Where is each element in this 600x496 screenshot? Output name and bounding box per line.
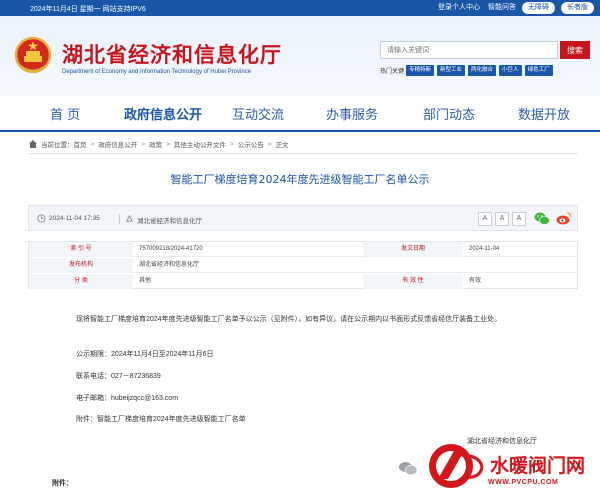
- clock-icon: [37, 214, 46, 223]
- attachments-label: 附件：: [52, 480, 73, 487]
- search-input[interactable]: [380, 41, 558, 59]
- pvc-logo-icon: [429, 444, 484, 488]
- hot-keyword[interactable]: 新型工业: [437, 64, 466, 76]
- barrier-free-button[interactable]: 无障碍: [522, 2, 555, 14]
- robot-link[interactable]: 智能问答: [488, 2, 516, 14]
- nav-open-data[interactable]: 数据开放: [518, 104, 570, 123]
- hot-keywords-label: 热门关键: [380, 68, 405, 75]
- divider: [119, 214, 120, 224]
- publish-time: 2024-11-04 17:35: [49, 215, 100, 222]
- font-size-medium-button[interactable]: A: [495, 212, 509, 226]
- elder-mode-button[interactable]: 长者版: [561, 2, 594, 14]
- body-email: 电子邮箱：hubeijzqcc@163.com: [76, 395, 179, 402]
- nav-services[interactable]: 办事服务: [326, 104, 378, 123]
- wechat-share-icon[interactable]: [534, 211, 550, 226]
- body-phone: 联系电话：027－87236839: [76, 373, 161, 380]
- home-icon: [29, 140, 37, 148]
- breadcrumb-item-current: 正文: [275, 142, 289, 149]
- nav-gov-info[interactable]: 政府信息公开: [124, 104, 202, 123]
- top-links: 登录个人中心 智能问答 无障碍 长者版: [430, 2, 594, 14]
- site-header: 湖北省经济和信息化厅 Department of Economy and Inf…: [0, 16, 600, 96]
- meta-key: 索 引 号: [29, 242, 133, 257]
- body-period: 公示期限：2024年11月4日至2024年11月6日: [76, 351, 214, 358]
- breadcrumb-separator: >: [166, 140, 170, 148]
- meta-key: 分 类: [29, 274, 133, 289]
- main-nav: 首 页 政府信息公开 互动交流 办事服务 部门动态 数据开放: [0, 96, 600, 132]
- breadcrumb-item[interactable]: 政府信息公开: [98, 139, 137, 149]
- body-paragraph: 现将智能工厂梯度培育2024年度先进级智能工厂名单予以公示（见附件），如有异议，…: [76, 316, 502, 323]
- date-text: 2024年11月4日 星期一 网站支持IPV6: [30, 6, 146, 13]
- national-emblem-icon: [14, 36, 52, 74]
- nav-interaction[interactable]: 互动交流: [232, 104, 284, 123]
- watermark-url: WWW.PVCPU.COM: [488, 479, 559, 486]
- hot-keyword[interactable]: 绿色工厂: [524, 64, 553, 76]
- search-box: 搜索: [380, 41, 590, 59]
- font-size-large-button[interactable]: A: [478, 212, 492, 226]
- article-info-bar: 2024-11-04 17:35 湖北省经济和信息化厅 A A A: [28, 205, 578, 231]
- document-meta-table: 索 引 号 757009218/2024-41720 发文日期 2024-11-…: [28, 241, 578, 289]
- breadcrumb-separator: >: [267, 140, 272, 148]
- nav-home[interactable]: 首 页: [50, 104, 80, 123]
- breadcrumb-item[interactable]: 政策: [149, 139, 162, 149]
- hot-keyword[interactable]: 专精特新: [406, 64, 435, 76]
- login-link[interactable]: 登录个人中心: [438, 2, 480, 14]
- table-row: 分 类 其他 有 效 性 有效: [29, 274, 577, 289]
- site-subtitle: Department of Economy and Information Te…: [62, 69, 251, 75]
- meta-value: 有效: [469, 278, 482, 284]
- search-button[interactable]: 搜索: [560, 41, 590, 59]
- source-icon: [126, 214, 133, 222]
- meta-value: 其他: [139, 278, 152, 284]
- publish-source: 湖北省经济和信息化厅: [137, 218, 202, 225]
- article-title: 智能工厂梯度培育2024年度先进级智能工厂名单公示: [170, 173, 430, 186]
- breadcrumb-item[interactable]: 首页: [74, 139, 87, 149]
- breadcrumb: 当前位置： 首页 > 政府信息公开 > 政策 > 其他主动公开文件 > 公示公告…: [28, 137, 578, 151]
- wechat-watermark-icon: [399, 462, 418, 476]
- site-title: 湖北省经济和信息化厅: [62, 43, 282, 67]
- hot-keywords: 热门关键 专精特新 新型工业 两化融合 小巨人 绿色工厂: [380, 64, 592, 76]
- table-row: 发布机构 湖北省经济和信息化厅: [29, 258, 577, 273]
- nav-department-news[interactable]: 部门动态: [423, 104, 475, 123]
- breadcrumb-separator: >: [141, 140, 146, 148]
- hot-keyword[interactable]: 两化融合: [468, 64, 497, 76]
- top-bar: 2024年11月4日 星期一 网站支持IPV6 登录个人中心 智能问答 无障碍 …: [0, 0, 600, 16]
- attachment-link[interactable]: 附件：智能工厂梯度培育2024年度先进级智能工厂名单: [76, 413, 246, 426]
- table-row: 索 引 号 757009218/2024-41720 发文日期 2024-11-…: [29, 242, 577, 257]
- meta-key: 发布机构: [29, 258, 133, 273]
- breadcrumb-separator: >: [229, 140, 234, 148]
- meta-value: 757009218/2024-41720: [139, 246, 203, 252]
- breadcrumb-separator: >: [90, 140, 95, 148]
- meta-value: 湖北省经济和信息化厅: [139, 262, 200, 268]
- font-size-small-button[interactable]: A: [512, 212, 526, 226]
- weibo-share-icon[interactable]: [556, 211, 572, 226]
- breadcrumb-item[interactable]: 其他主动公开文件: [174, 139, 226, 149]
- breadcrumb-item[interactable]: 公示公告: [238, 139, 264, 149]
- meta-key: 发文日期: [363, 242, 463, 257]
- watermark-brand: 水暖阀门网: [490, 455, 586, 477]
- breadcrumb-label: 当前位置：: [41, 142, 74, 149]
- divider: [28, 153, 578, 154]
- meta-value: 2024-11-04: [469, 246, 500, 252]
- meta-key: 有 效 性: [363, 274, 463, 289]
- hot-keyword[interactable]: 小巨人: [499, 64, 522, 76]
